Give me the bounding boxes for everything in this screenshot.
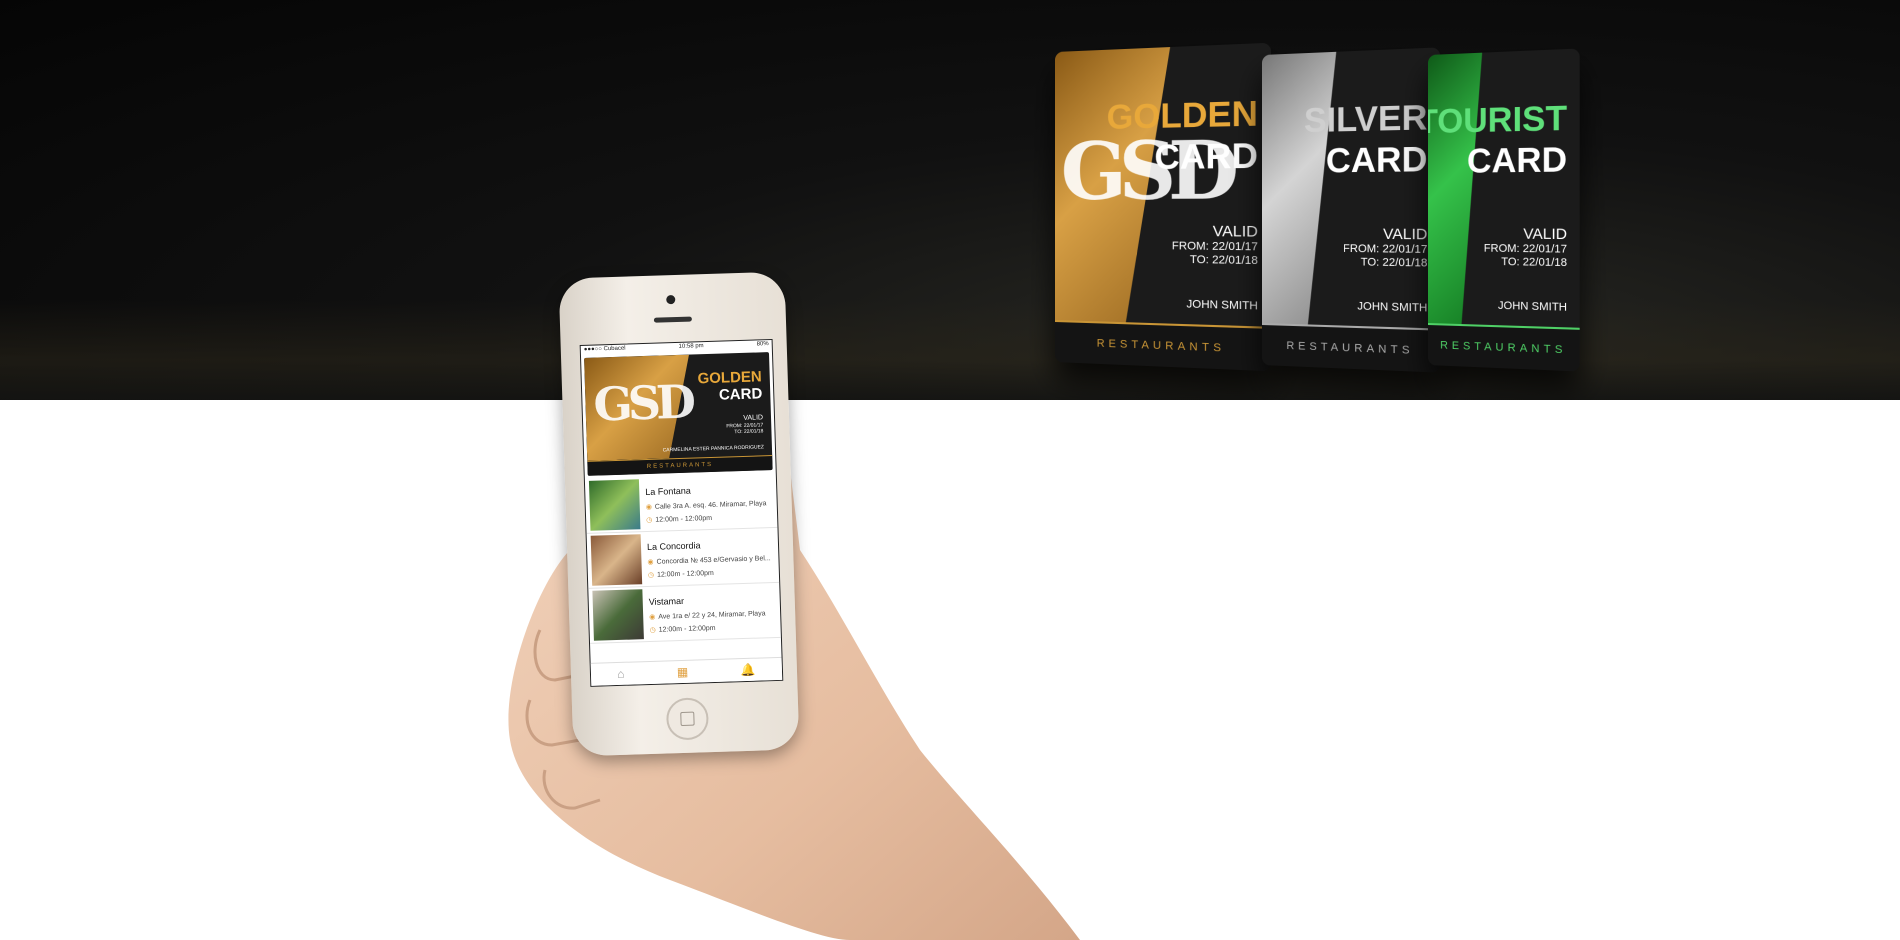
card-name-line1: TOURIST — [1428, 98, 1568, 142]
card-valid-from: FROM: 22/01/17 — [1483, 242, 1568, 256]
card-valid-from: FROM: 22/01/17 — [1171, 240, 1258, 254]
clock-icon: ◷ — [646, 516, 653, 525]
card-name-line1: GOLDEN — [697, 368, 762, 388]
home-button[interactable] — [665, 697, 710, 741]
restaurant-name: Vistamar — [648, 595, 685, 607]
list-item[interactable]: La Fontana ◉ Calle 3ra A. esq. 46. Mirama… — [584, 472, 778, 534]
silver-card: SILVER CARD VALID FROM: 22/01/17 TO: 22/… — [1262, 47, 1441, 373]
restaurant-address: Concordia № 453 e/Gervasio y Bel... — [656, 554, 771, 566]
restaurant-photo — [588, 479, 641, 531]
golden-card: GSD GOLDEN CARD VALID FROM: 22/01/17 TO:… — [1055, 42, 1271, 372]
card-name-line2: CARD — [1467, 140, 1568, 181]
card-name-line2: CARD — [1154, 136, 1258, 178]
carrier: ●●●○○ Cubacel — [583, 345, 626, 353]
tab-bar: ⌂ ▦ 🔔 — [590, 656, 783, 686]
card-valid-to: TO: 22/01/18 — [1189, 253, 1258, 268]
card-validity: VALID FROM: 22/01/17 TO: 22/01/18 — [1484, 225, 1567, 270]
card-holder: JOHN SMITH — [1186, 298, 1258, 313]
card-metal-panel — [1262, 52, 1336, 328]
card-name-line2: CARD — [1325, 139, 1428, 181]
card-valid-from: FROM: 22/01/17 — [1343, 242, 1428, 257]
card-valid-to: TO: 22/01/18 — [734, 428, 764, 436]
card-valid-label: VALID — [1523, 225, 1568, 244]
restaurant-photo — [590, 534, 643, 586]
list-item[interactable]: La Concordia ◉ Concordia № 453 e/Gervasio… — [586, 527, 780, 589]
card-name-line1: SILVER — [1303, 98, 1428, 141]
card-monogram: GSD — [592, 374, 692, 432]
card-name-line1: GOLDEN — [1106, 93, 1258, 138]
bell-icon[interactable]: 🔔 — [741, 663, 756, 677]
tourist-card: TOURIST CARD VALID FROM: 22/01/17 TO: 22… — [1428, 48, 1580, 372]
grid-icon[interactable]: ▦ — [677, 665, 689, 679]
restaurant-photo — [592, 589, 644, 641]
card-holder: JOHN SMITH — [1357, 300, 1428, 315]
home-icon[interactable]: ⌂ — [617, 667, 625, 681]
card-valid-to: TO: 22/01/18 — [1501, 255, 1568, 270]
front-camera — [666, 295, 676, 305]
restaurant-address: Ave 1ra e/ 22 y 24, Miramar, Playa — [658, 609, 766, 621]
card-valid-to: TO: 22/01/18 — [1360, 256, 1428, 270]
location-pin-icon: ◉ — [649, 613, 656, 621]
clock-icon: ◷ — [647, 571, 655, 580]
restaurant-hours: 12:00m - 12:00pm — [656, 569, 714, 579]
card-validity: VALID FROM: 22/01/17 TO: 22/01/18 — [1343, 225, 1427, 270]
restaurant-name: La Concordia — [646, 540, 701, 553]
iphone: ●●●○○ Cubacel 10:58 pm 80% GSD GOLDEN CA… — [558, 271, 800, 757]
restaurant-list: La Fontana ◉ Calle 3ra A. esq. 46. Mirama… — [584, 472, 781, 644]
clock: 10:58 pm — [678, 343, 704, 350]
location-pin-icon: ◉ — [647, 558, 654, 567]
card-validity: VALID FROM: 22/01/17 TO: 22/01/18 — [726, 414, 764, 436]
earpiece-speaker — [653, 316, 692, 323]
restaurant-address: Calle 3ra A. esq. 46. Miramar, Playa — [654, 499, 767, 511]
card-category: RESTAURANTS — [1428, 323, 1580, 372]
location-pin-icon: ◉ — [645, 503, 652, 512]
card-name-line2: CARD — [718, 385, 763, 404]
card-valid-label: VALID — [1383, 225, 1428, 244]
app-screen: ●●●○○ Cubacel 10:58 pm 80% GSD GOLDEN CA… — [579, 338, 784, 687]
card-metal-panel — [1428, 53, 1482, 327]
restaurant-hours: 12:00m - 12:00pm — [658, 624, 716, 634]
card-category: RESTAURANTS — [1262, 323, 1441, 373]
card-valid-label: VALID — [1212, 222, 1258, 241]
battery: 80% — [756, 341, 769, 348]
card-holder: JOHN SMITH — [1497, 299, 1568, 314]
hero-banner: GSD GOLDEN CARD VALID FROM: 22/01/17 TO:… — [0, 0, 1900, 400]
restaurant-name: La Fontana — [645, 485, 691, 498]
clock-icon: ◷ — [649, 626, 656, 634]
member-card[interactable]: GSD GOLDEN CARD VALID FROM: 22/01/17 TO:… — [584, 352, 773, 476]
card-validity: VALID FROM: 22/01/17 TO: 22/01/18 — [1172, 222, 1258, 267]
restaurant-hours: 12:00m - 12:00pm — [655, 514, 713, 524]
card-holder: CARMELINA ESTER PANNICA RODRIGUEZ — [662, 444, 765, 454]
list-item[interactable]: Vistamar ◉ Ave 1ra e/ 22 y 24, Miramar, P… — [588, 582, 781, 644]
